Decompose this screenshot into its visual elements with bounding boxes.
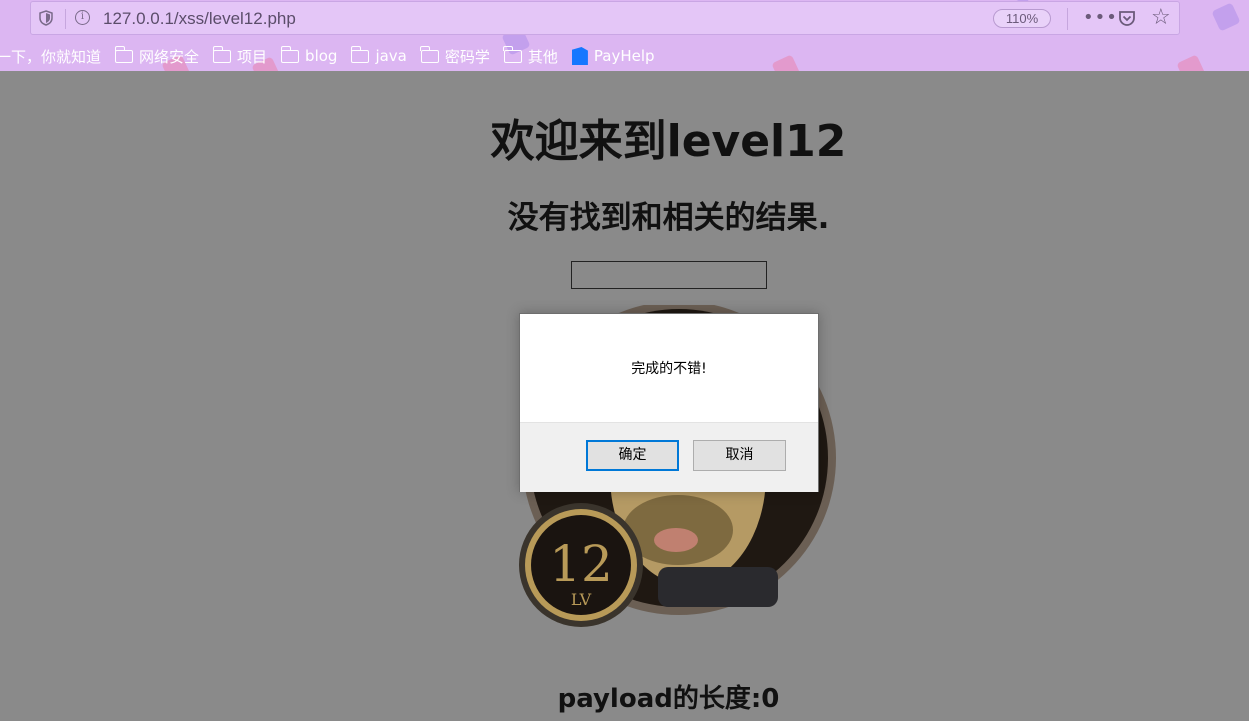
folder-icon: [280, 45, 300, 63]
bookmark-item[interactable]: PayHelp: [571, 47, 655, 65]
more-actions-icon[interactable]: •••: [1083, 7, 1118, 28]
result-message: 没有找到和相关的结果.: [507, 200, 830, 236]
bookmark-item[interactable]: 一下，你就知道: [0, 46, 101, 67]
shield-icon[interactable]: [39, 10, 53, 26]
bookmark-folder[interactable]: blog: [280, 45, 338, 65]
bookmarks-toolbar: 一下，你就知道 网络安全 项目 blog java 密码学 其他 PayHelp: [0, 44, 669, 68]
divider: [65, 9, 66, 29]
bookmark-folder[interactable]: 网络安全: [114, 45, 200, 67]
ok-button[interactable]: 确定: [586, 440, 679, 471]
level-badge-number: 12: [549, 535, 613, 593]
dialog-message: 完成的不错!: [631, 361, 707, 377]
cancel-button[interactable]: 取消: [693, 440, 786, 471]
confirm-dialog: 完成的不错! 确定 取消: [519, 313, 819, 492]
dialog-footer: 确定 取消: [520, 422, 818, 492]
bookmark-label: java: [375, 47, 407, 65]
bookmark-folder[interactable]: 密码学: [420, 45, 490, 67]
divider: [1067, 8, 1068, 30]
bookmark-folder[interactable]: 项目: [212, 45, 268, 67]
folder-icon: [503, 45, 522, 63]
bookmark-label: 一下，你就知道: [0, 47, 102, 66]
bookmark-label: PayHelp: [593, 47, 655, 65]
folder-icon: [420, 45, 439, 63]
folder-icon: [350, 45, 370, 63]
zoom-level-button[interactable]: 110%: [993, 9, 1051, 28]
bookmark-folder[interactable]: java: [350, 45, 407, 65]
bookmark-label: 其他: [527, 47, 558, 66]
payhelp-icon: [571, 47, 588, 65]
bookmark-label: 密码学: [444, 47, 490, 66]
bookmark-star-icon[interactable]: ☆: [1151, 5, 1171, 30]
browser-chrome: i 127.0.0.1/xss/level12.php 110% ••• ☆ 一…: [0, 0, 1249, 71]
folder-icon: [114, 45, 134, 63]
payload-length: payload的长度:0: [557, 684, 780, 714]
level-badge-unit: LV: [571, 590, 592, 609]
bookmark-label: 项目: [237, 47, 268, 66]
bookmark-label: blog: [305, 47, 338, 65]
address-bar[interactable]: i 127.0.0.1/xss/level12.php 110% ••• ☆: [30, 1, 1180, 35]
info-icon[interactable]: i: [75, 10, 90, 25]
url-text[interactable]: 127.0.0.1/xss/level12.php: [103, 9, 296, 29]
folder-icon: [212, 45, 232, 63]
page-title: 欢迎来到level12: [490, 116, 847, 167]
pocket-icon[interactable]: [1118, 10, 1136, 27]
keyword-input[interactable]: [571, 261, 767, 289]
bookmark-label: 网络安全: [139, 47, 200, 66]
bookmark-folder[interactable]: 其他: [503, 45, 558, 67]
